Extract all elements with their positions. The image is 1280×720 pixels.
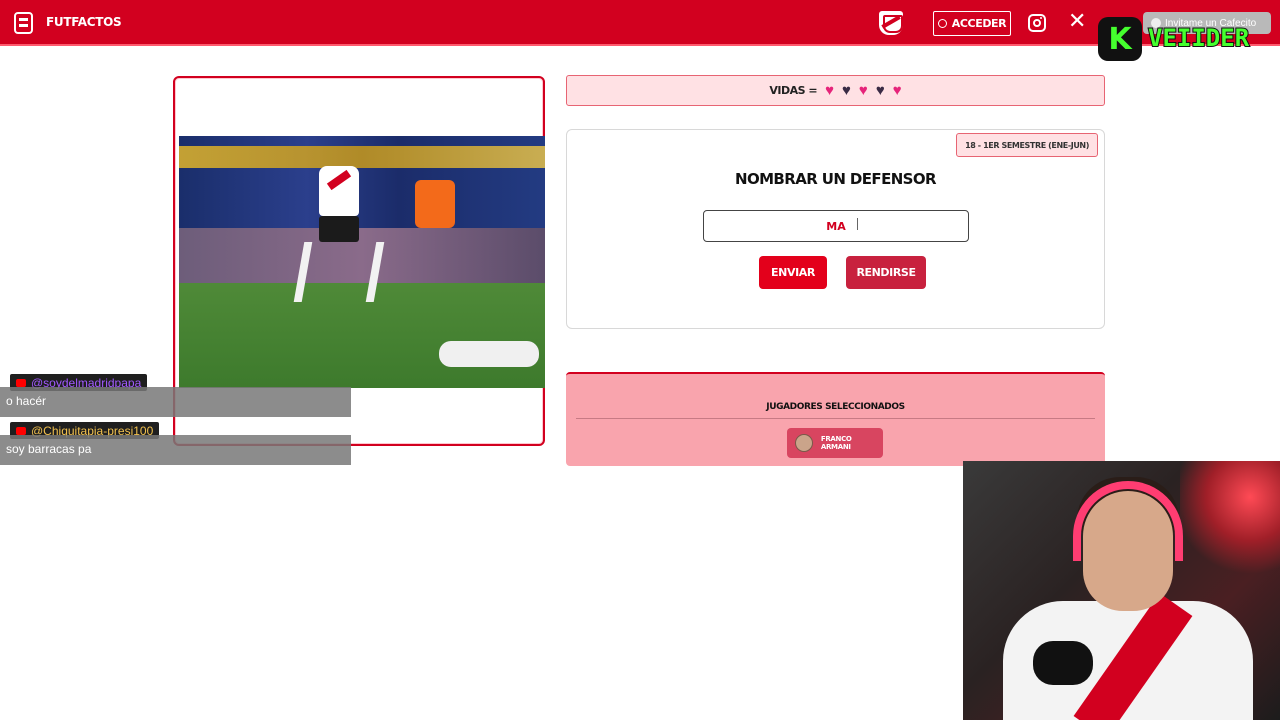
player-chip[interactable]: FRANCO ARMANI [787,428,883,458]
heart-empty-icon: ♥ [875,82,885,99]
submit-button[interactable]: ENVIAR [759,256,827,289]
heart-full-icon: ♥ [892,82,902,99]
photo-stripe [179,146,545,168]
photo-player-shorts [319,216,359,242]
selected-players-title: JUGADORES SELECCIONADOS [766,402,905,412]
login-button[interactable]: ACCEDER [933,11,1011,36]
heart-empty-icon: ♥ [842,82,851,99]
streamer-name: VEIIDER [1147,23,1250,53]
photo-player-shirt [319,166,359,216]
brand-name[interactable]: FUTFACTOS [46,15,122,29]
selected-players-panel: JUGADORES SELECCIONADOS FRANCO ARMANI [566,372,1105,466]
season-badge: 18 - 1ER SEMESTRE (ENE-JUN) [956,133,1098,157]
lock-icon [937,19,947,28]
webcam-overlay [963,461,1280,720]
badge-letter: K [1108,21,1132,57]
top-navbar: FUTFACTOS ACCEDER ✕ Invitame un Cafecito [0,0,1280,46]
microphone-icon [1033,641,1093,685]
instagram-icon[interactable] [1028,14,1046,32]
photo-player-legs [293,242,385,302]
x-icon[interactable]: ✕ [1068,10,1086,34]
app-logo-icon[interactable] [14,12,33,34]
give-up-button[interactable]: RENDIRSE [846,256,926,289]
text-cursor [857,218,858,230]
photo-steward [415,180,455,228]
answer-input[interactable] [703,210,969,242]
cam-light [1180,461,1280,581]
chat-message: o hacér [0,387,351,417]
streamer-badge: K [1098,17,1142,61]
youtube-icon [16,426,26,435]
player-name: FRANCO ARMANI [820,435,852,451]
player-avatar [795,434,813,452]
login-label: ACCEDER [951,17,1007,30]
club-crest-icon[interactable] [879,11,903,35]
heart-full-icon: ♥ [858,82,868,99]
lives-label: VIDAS = [769,84,818,97]
photo-fallen-player [439,341,539,367]
lives-bar: VIDAS = ♥ ♥ ♥ ♥ ♥ [566,75,1105,106]
player-photo [179,136,545,388]
question-card: 18 - 1ER SEMESTRE (ENE-JUN) NOMBRAR UN D… [566,129,1105,329]
heart-full-icon: ♥ [825,82,834,99]
chat-message: soy barracas pa [0,435,351,465]
youtube-icon [16,378,26,387]
divider [576,418,1095,419]
question-title: NOMBRAR UN DEFENSOR [734,170,937,188]
